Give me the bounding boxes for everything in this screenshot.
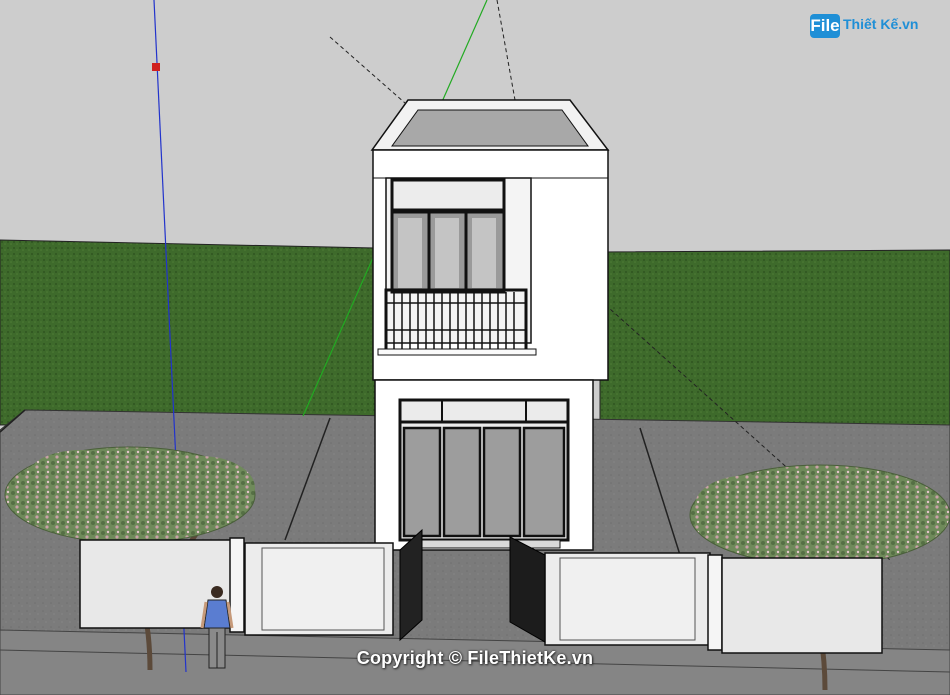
balcony-slab: [377, 348, 537, 356]
logo-badge: File: [810, 14, 840, 38]
grass-right: [599, 249, 950, 433]
site-logo: File Thiết Kế.vn: [810, 12, 930, 42]
gate-left: [399, 528, 423, 642]
copyright-watermark: Copyright © FileThietKe.vn: [356, 648, 594, 668]
roof-slab: [391, 109, 589, 147]
sketchup-scene: [0, 0, 950, 695]
door-step: [409, 539, 561, 549]
axis-marker: [152, 63, 160, 71]
grass-left: [0, 239, 376, 426]
fence-left: [79, 537, 394, 636]
logo-text: Thiết Kế.vn: [843, 16, 919, 32]
fence-right: [544, 552, 883, 654]
